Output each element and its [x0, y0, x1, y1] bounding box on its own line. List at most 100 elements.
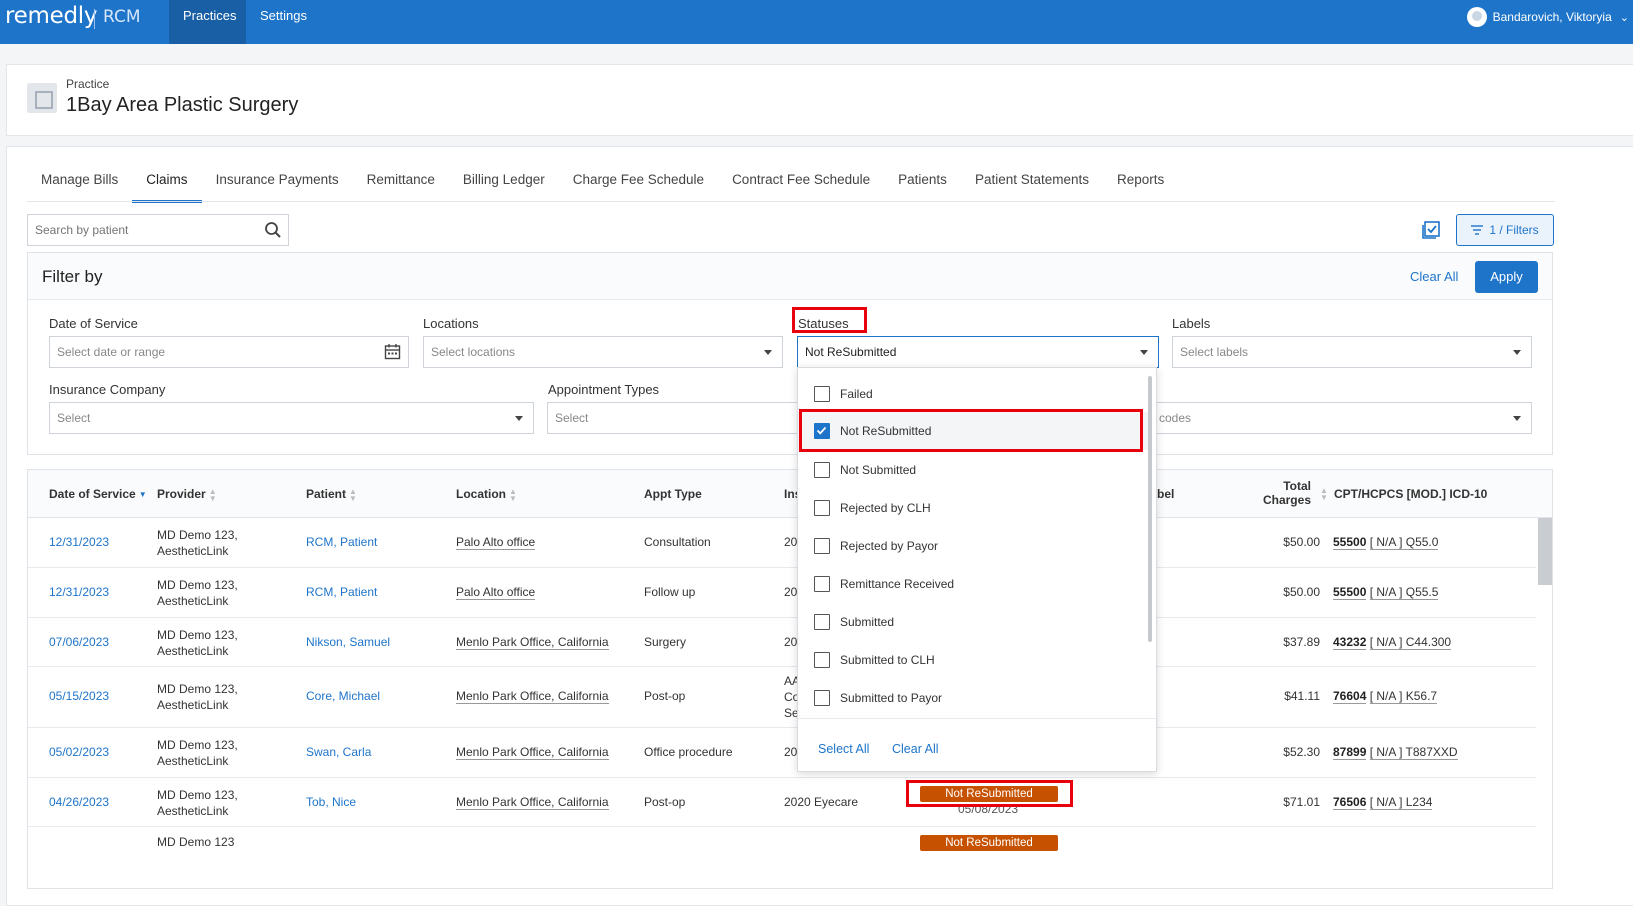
patient-search [27, 214, 289, 246]
brand-logo[interactable]: remedly [5, 3, 97, 29]
patient-link[interactable]: RCM, Patient [306, 585, 377, 599]
status-option-not-submitted[interactable]: Not Submitted [798, 451, 1150, 489]
patient-link[interactable]: RCM, Patient [306, 535, 377, 549]
status-option-rejected-by-payor[interactable]: Rejected by Payor [798, 527, 1150, 565]
col-total-charges[interactable]: Total Charges [1258, 479, 1311, 507]
date-link[interactable]: 04/26/2023 [49, 795, 109, 809]
status-option-failed[interactable]: Failed [798, 375, 1150, 413]
col-label[interactable]: bel [1157, 487, 1174, 501]
table-row[interactable]: MD Demo 123 Not ReSubmitted [28, 827, 1536, 887]
location[interactable]: Menlo Park Office, California [456, 635, 609, 650]
checkbox[interactable] [814, 386, 830, 402]
codes[interactable]: 55500 [ N/A ] Q55.0 [1333, 535, 1439, 550]
col-appt-type[interactable]: Appt Type [644, 487, 702, 501]
status-option-remittance-received[interactable]: Remittance Received [798, 565, 1150, 603]
location[interactable]: Palo Alto office [456, 535, 536, 550]
search-icon[interactable] [264, 221, 282, 239]
date-link[interactable]: 05/02/2023 [49, 745, 109, 759]
tab-billing-ledger[interactable]: Billing Ledger [449, 171, 559, 203]
tab-reports[interactable]: Reports [1103, 171, 1178, 203]
date-link[interactable]: 12/31/2023 [49, 535, 109, 549]
filter-icon [1471, 225, 1484, 235]
status-option-submitted-to-clh[interactable]: Submitted to CLH [798, 641, 1150, 679]
checkbox[interactable] [814, 500, 830, 516]
checkbox[interactable] [814, 690, 830, 706]
table-row[interactable]: 04/26/2023 MD Demo 123, AestheticLink Tob… [28, 778, 1536, 827]
apply-button[interactable]: Apply [1475, 261, 1538, 293]
table-row[interactable]: 05/02/2023 MD Demo 123, AestheticLink Swa… [28, 728, 1536, 778]
status-option-submitted-to-payor[interactable]: Submitted to Payor [798, 679, 1150, 717]
clear-all-link[interactable]: Clear All [892, 742, 939, 756]
patient-link[interactable]: Nikson, Samuel [306, 635, 390, 649]
date-link[interactable]: 05/15/2023 [49, 689, 109, 703]
filters-button[interactable]: 1 / Filters [1456, 214, 1554, 246]
col-location[interactable]: Location ▲ ▼ [456, 487, 517, 502]
checkbox[interactable] [814, 538, 830, 554]
date-of-service-field[interactable]: Select date or range [49, 336, 409, 368]
locations-select[interactable]: Select locations [423, 336, 783, 368]
checklist-icon[interactable] [1421, 220, 1441, 240]
codes[interactable]: 55500 [ N/A ] Q55.5 [1333, 585, 1439, 600]
insurance: 20 [784, 535, 798, 549]
search-input[interactable] [28, 215, 248, 245]
patient-link[interactable]: Tob, Nice [306, 795, 356, 809]
codes[interactable]: 76604 [ N/A ] K56.7 [1333, 689, 1438, 704]
nav-settings[interactable]: Settings [246, 0, 321, 44]
checkbox[interactable] [814, 462, 830, 478]
location[interactable]: Menlo Park Office, California [456, 745, 609, 760]
location[interactable]: Palo Alto office [456, 585, 536, 600]
appointment-types-select[interactable]: Select [547, 402, 807, 434]
appointment-types-label: Appointment Types [548, 382, 660, 397]
codes[interactable]: 43232 [ N/A ] C44.300 [1333, 635, 1452, 650]
col-provider[interactable]: Provider ▲ ▼ [157, 487, 217, 502]
user-menu[interactable]: Bandarovich, Viktoryia ⌄ [1466, 6, 1629, 28]
col-date-of-service[interactable]: Date of Service ▼ [49, 487, 147, 501]
dropdown-scrollbar[interactable] [1148, 376, 1152, 642]
status-option-rejected-by-clh[interactable]: Rejected by CLH [798, 489, 1150, 527]
status-badge: Not ReSubmitted [920, 835, 1058, 851]
status-option-submitted[interactable]: Submitted [798, 603, 1150, 641]
tab-remittance[interactable]: Remittance [353, 171, 449, 203]
labels-select[interactable]: Select labels [1172, 336, 1532, 368]
codes[interactable]: 76506 [ N/A ] L234 [1333, 795, 1433, 810]
table-row[interactable]: 07/06/2023 MD Demo 123, AestheticLink Nik… [28, 618, 1536, 667]
codes[interactable]: 87899 [ N/A ] T887XXD [1333, 745, 1458, 760]
brand-divider [94, 9, 95, 29]
total-charges: $41.11 [1284, 689, 1320, 703]
provider: MD Demo 123, AestheticLink [157, 682, 238, 712]
table-row[interactable]: 05/15/2023 MD Demo 123, AestheticLink Cor… [28, 667, 1536, 728]
tab-claims[interactable]: Claims [132, 171, 202, 203]
nav-practices[interactable]: Practices [169, 0, 246, 44]
patient-link[interactable]: Swan, Carla [306, 745, 371, 759]
date-link[interactable]: 07/06/2023 [49, 635, 109, 649]
filter-header: Filter by Clear All Apply [28, 253, 1552, 300]
checkbox[interactable] [814, 652, 830, 668]
select-all-link[interactable]: Select All [818, 742, 869, 756]
date-link[interactable]: 12/31/2023 [49, 585, 109, 599]
checkbox[interactable] [814, 614, 830, 630]
checkbox[interactable] [814, 576, 830, 592]
table-row[interactable]: 12/31/2023 MD Demo 123, AestheticLink RCM… [28, 518, 1536, 568]
table-scrollbar[interactable] [1538, 518, 1552, 585]
option-label: Failed [840, 387, 873, 401]
insurance-company-select[interactable]: Select [49, 402, 534, 434]
table-row[interactable]: 12/31/2023 MD Demo 123, AestheticLink RCM… [28, 568, 1536, 618]
tab-patient-statements[interactable]: Patient Statements [961, 171, 1103, 203]
location[interactable]: Menlo Park Office, California [456, 795, 609, 810]
tab-insurance-payments[interactable]: Insurance Payments [202, 171, 353, 203]
caret-down-icon [764, 350, 772, 355]
location[interactable]: Menlo Park Office, California [456, 689, 609, 704]
codes-select[interactable]: codes [1153, 402, 1532, 434]
col-patient[interactable]: Patient ▲ ▼ [306, 487, 357, 502]
tab-contract-fee-schedule[interactable]: Contract Fee Schedule [718, 171, 884, 203]
clear-all-link[interactable]: Clear All [1410, 269, 1458, 284]
tab-charge-fee-schedule[interactable]: Charge Fee Schedule [559, 171, 718, 203]
statuses-select[interactable]: Not ReSubmitted [797, 336, 1159, 368]
calendar-icon[interactable] [384, 343, 401, 360]
tab-patients[interactable]: Patients [884, 171, 961, 203]
sort-icon[interactable]: ▲ ▼ [1320, 487, 1328, 502]
patient-link[interactable]: Core, Michael [306, 689, 380, 703]
col-codes[interactable]: CPT/HCPCS [MOD.] ICD-10 [1334, 487, 1487, 501]
tab-manage-bills[interactable]: Manage Bills [27, 171, 132, 203]
insurance: 20 [784, 745, 798, 759]
